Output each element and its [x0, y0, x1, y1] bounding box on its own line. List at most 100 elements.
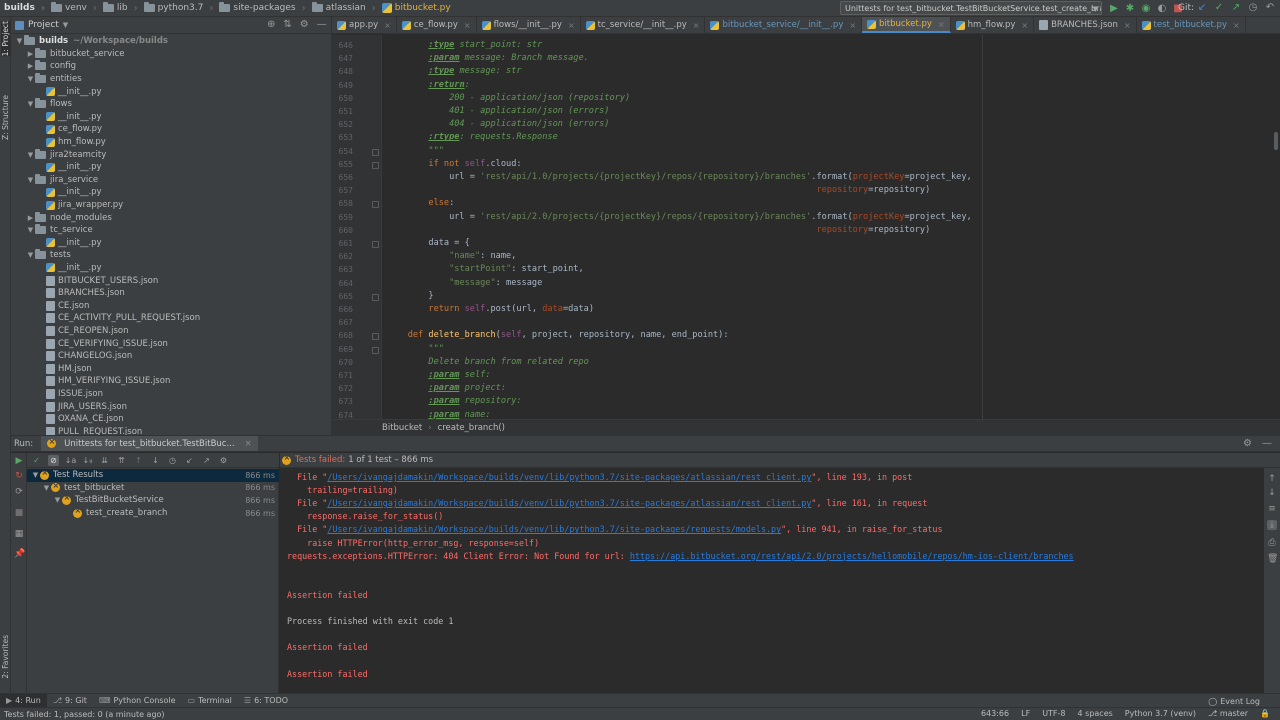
tree-file[interactable]: CE.json: [11, 299, 331, 312]
tree-file[interactable]: BRANCHES.json: [11, 287, 331, 300]
editor-scrollbar[interactable]: [1274, 132, 1278, 150]
minimize-icon[interactable]: —: [1262, 438, 1272, 449]
editor-tab[interactable]: app.py ×: [332, 17, 397, 33]
close-icon[interactable]: ×: [568, 21, 575, 30]
editor-tab[interactable]: bitbucket_service/__init__.py ×: [705, 17, 863, 33]
git-branch[interactable]: ⎇ master: [1208, 709, 1248, 718]
layout-icon[interactable]: ▦: [14, 529, 24, 539]
tree-folder[interactable]: ▼ flows: [11, 98, 331, 111]
breadcrumb-item[interactable]: venv ›: [45, 2, 97, 14]
tree-folder[interactable]: ▼ tc_service: [11, 224, 331, 237]
breadcrumb-method[interactable]: create_branch(): [438, 423, 505, 433]
minimize-icon[interactable]: —: [317, 19, 327, 30]
tree-folder[interactable]: ▼ builds ~/Workspace/builds: [11, 35, 331, 48]
fold-marker-icon[interactable]: [372, 161, 379, 169]
close-icon[interactable]: ×: [693, 21, 700, 30]
tree-folder[interactable]: ▼ jira_service: [11, 173, 331, 187]
run-configuration-select[interactable]: Unittests for test_bitbucket.TestBitBuck…: [840, 1, 1102, 15]
tree-file[interactable]: CE_ACTIVITY_PULL_REQUEST.json: [11, 312, 331, 325]
chevron-down-icon[interactable]: ▼: [26, 251, 35, 259]
lock-icon[interactable]: 🔒: [1260, 709, 1270, 718]
test-tree-row[interactable]: ▼ Test Results 866 ms: [27, 468, 279, 482]
caret-position[interactable]: 643:66: [981, 709, 1009, 718]
tree-file[interactable]: CE_VERIFYING_ISSUE.json: [11, 337, 331, 350]
tool-window-button[interactable]: ⎇ 9: Git: [47, 694, 93, 708]
tree-folder[interactable]: ▶ node_modules: [11, 211, 331, 224]
scroll-to-end-icon[interactable]: ⤓: [1267, 520, 1277, 530]
breadcrumb-item[interactable]: bitbucket.py: [376, 3, 451, 13]
breadcrumb-item[interactable]: lib ›: [97, 2, 138, 14]
breadcrumb-item[interactable]: python3.7 ›: [138, 2, 213, 14]
close-icon[interactable]: ×: [1233, 21, 1240, 30]
git-push-icon[interactable]: ↗: [1230, 1, 1242, 13]
editor-tab[interactable]: tc_service/__init__.py ×: [581, 17, 706, 33]
tree-file[interactable]: CE_REOPEN.json: [11, 325, 331, 338]
history-icon[interactable]: ◷: [167, 455, 178, 466]
console-output[interactable]: File "/Users/ivangajdamakin/Workspace/bu…: [280, 468, 1264, 693]
locate-icon[interactable]: ⊕: [267, 19, 275, 30]
chevron-down-icon[interactable]: ▼: [26, 100, 35, 108]
test-tree-row[interactable]: ▼ test_bitbucket 866 ms: [27, 481, 279, 495]
fold-marker-icon[interactable]: [372, 201, 379, 209]
profile-icon[interactable]: ◐: [1156, 2, 1168, 14]
editor-tab[interactable]: test_bitbucket.py ×: [1137, 17, 1246, 33]
chevron-right-icon[interactable]: ▶: [26, 62, 35, 70]
export-tests-icon[interactable]: ↗: [201, 455, 212, 466]
python-interpreter[interactable]: Python 3.7 (venv): [1125, 709, 1196, 718]
rerun-icon[interactable]: ▶: [14, 456, 24, 466]
tool-window-button[interactable]: ☰ 6: TODO: [238, 694, 294, 708]
import-tests-icon[interactable]: ↙: [184, 455, 195, 466]
sort-duration-icon[interactable]: ↓₉: [82, 455, 93, 466]
git-commit-icon[interactable]: ✓: [1213, 1, 1225, 13]
console-link[interactable]: /Users/ivangajdamakin/Workspace/builds/v…: [327, 472, 811, 482]
fold-marker-icon[interactable]: [372, 241, 379, 248]
clear-all-icon[interactable]: 🗑: [1267, 554, 1278, 564]
event-log-button[interactable]: ◯ Event Log: [1208, 694, 1260, 708]
collapse-all-icon[interactable]: ⇅: [283, 19, 291, 30]
favorites-tool-tab[interactable]: 2: Favorites: [1, 635, 10, 679]
pin-icon[interactable]: 📌: [14, 549, 25, 559]
tree-file[interactable]: OXANA_CE.json: [11, 413, 331, 426]
editor-tab[interactable]: BRANCHES.json ×: [1034, 17, 1137, 33]
fold-marker-icon[interactable]: [372, 293, 379, 301]
line-separator[interactable]: LF: [1021, 709, 1030, 718]
chevron-right-icon[interactable]: ▶: [26, 214, 35, 222]
tool-window-button[interactable]: ▭ Terminal: [182, 694, 238, 708]
tool-window-button[interactable]: ▶ 4: Run: [0, 693, 47, 708]
breadcrumb-item[interactable]: site-packages ›: [213, 2, 306, 14]
tree-folder[interactable]: ▶ bitbucket_service: [11, 47, 331, 61]
scroll-up-icon[interactable]: ↑: [1267, 474, 1277, 484]
chevron-down-icon[interactable]: ▼: [26, 151, 35, 159]
fold-marker-icon[interactable]: [372, 148, 379, 156]
close-icon[interactable]: ×: [245, 439, 252, 449]
tree-file[interactable]: __init__.py: [11, 85, 331, 98]
git-update-icon[interactable]: ↙: [1196, 1, 1208, 13]
collapse-all-icon[interactable]: ⇈: [116, 455, 127, 466]
tree-file[interactable]: __init__.py: [11, 262, 331, 275]
project-tool-tab[interactable]: 1: Project: [1, 21, 10, 57]
soft-wrap-icon[interactable]: ≡: [1267, 504, 1277, 514]
sort-alpha-icon[interactable]: ↓a: [65, 455, 77, 466]
show-passed-icon[interactable]: ✓: [31, 455, 42, 466]
expand-all-icon[interactable]: ⇊: [99, 455, 110, 466]
chevron-down-icon[interactable]: ▼: [26, 226, 35, 234]
chevron-down-icon[interactable]: ▼: [26, 176, 35, 184]
rerun-failed-icon[interactable]: ↻: [14, 471, 24, 481]
debug-icon[interactable]: ✱: [1124, 2, 1136, 14]
tree-folder[interactable]: ▼ tests: [11, 249, 331, 262]
chevron-down-icon[interactable]: ▼: [15, 37, 24, 45]
breadcrumb-class[interactable]: Bitbucket: [382, 423, 422, 433]
run-tab[interactable]: Unittests for test_bitbucket.TestBitBuc.…: [41, 436, 258, 451]
editor-tab[interactable]: flows/__init__.py ×: [477, 17, 581, 33]
console-link[interactable]: /Users/ivangajdamakin/Workspace/builds/v…: [327, 498, 811, 508]
editor-tab[interactable]: hm_flow.py ×: [951, 17, 1035, 33]
tree-file[interactable]: __init__.py: [11, 186, 331, 199]
print-icon[interactable]: ⎙: [1267, 538, 1277, 548]
toggle-auto-test-icon[interactable]: ⟳: [14, 487, 24, 497]
tree-folder[interactable]: ▶ config: [11, 60, 331, 73]
close-icon[interactable]: ×: [1021, 21, 1028, 30]
tree-file[interactable]: __init__.py: [11, 237, 331, 250]
close-icon[interactable]: ×: [464, 21, 471, 30]
scroll-down-icon[interactable]: ↓: [1267, 488, 1277, 498]
test-tree-row[interactable]: test_create_branch 866 ms: [27, 506, 279, 520]
